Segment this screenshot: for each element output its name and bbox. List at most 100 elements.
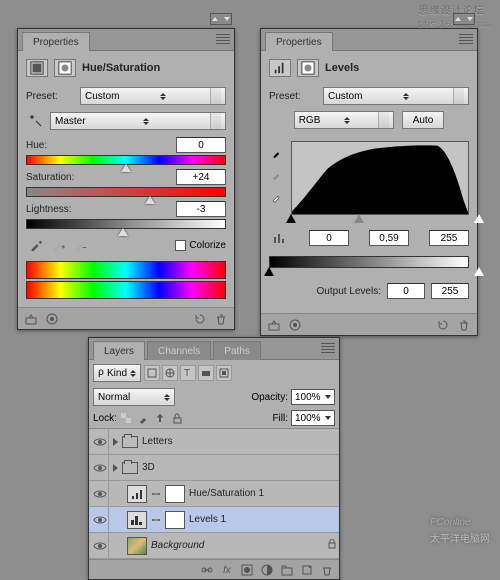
preset-dropdown[interactable]: Custom (323, 87, 469, 105)
input-black-field[interactable] (309, 230, 349, 246)
filter-shape-icon[interactable] (198, 365, 214, 381)
add-mask-icon[interactable] (238, 562, 256, 578)
panel-menu-button[interactable] (216, 33, 230, 45)
lightness-slider[interactable] (26, 219, 226, 229)
panel-collapse-button[interactable] (453, 13, 475, 25)
layer-background[interactable]: Background (89, 533, 339, 559)
layer-name[interactable]: Levels 1 (189, 514, 226, 525)
new-layer-icon[interactable] (298, 562, 316, 578)
properties-tab[interactable]: Properties (22, 32, 90, 51)
lock-paint-icon[interactable] (136, 411, 151, 426)
input-white-field[interactable] (429, 230, 469, 246)
visibility-toggle-icon[interactable] (91, 455, 109, 480)
adjustment-thumb (127, 511, 147, 529)
output-black-slider[interactable] (264, 267, 274, 276)
color-spectrum-bar-shifted (26, 281, 226, 299)
hue-slider[interactable] (26, 155, 226, 165)
calculate-histogram-icon[interactable] (269, 228, 289, 248)
layer-thumbnail (127, 537, 147, 555)
layer-list: Letters 3D Hue/Saturation 1 (89, 429, 339, 559)
preset-dropdown[interactable]: Custom (80, 87, 226, 105)
folder-icon (122, 462, 138, 474)
layer-group-3d[interactable]: 3D (89, 455, 339, 481)
input-gamma-field[interactable] (369, 230, 409, 246)
input-black-slider[interactable] (286, 214, 296, 223)
filter-kind-dropdown[interactable]: ρKind (93, 364, 141, 382)
output-white-field[interactable] (431, 283, 469, 299)
eyedropper-add-icon[interactable] (48, 235, 68, 255)
group-disclosure-icon[interactable] (113, 464, 118, 472)
color-range-dropdown[interactable]: Master (50, 112, 226, 130)
layer-name[interactable]: 3D (142, 462, 155, 473)
filter-smart-icon[interactable] (216, 365, 232, 381)
visibility-toggle-icon[interactable] (91, 429, 109, 454)
hue-label: Hue: (26, 140, 76, 151)
layer-style-icon[interactable]: fx (218, 562, 236, 578)
trash-icon[interactable] (212, 311, 230, 327)
panel-tabbar: Properties (261, 29, 477, 51)
layer-name[interactable]: Hue/Saturation 1 (189, 488, 264, 499)
reset-icon[interactable] (191, 311, 209, 327)
lightness-input[interactable] (176, 201, 226, 217)
mask-icon-slot (54, 59, 76, 77)
layer-adjustment-hue-saturation[interactable]: Hue/Saturation 1 (89, 481, 339, 507)
mask-thumb[interactable] (165, 511, 185, 529)
panel-menu-button[interactable] (459, 33, 473, 45)
channel-dropdown[interactable]: RGB (294, 111, 394, 129)
lock-transparency-icon[interactable] (119, 411, 134, 426)
trash-icon[interactable] (455, 317, 473, 333)
output-slider-track[interactable] (269, 267, 469, 277)
lock-all-icon[interactable] (170, 411, 185, 426)
input-slider-track[interactable] (291, 214, 469, 224)
link-layers-icon[interactable] (198, 562, 216, 578)
output-black-field[interactable] (387, 283, 425, 299)
properties-panel-hue-saturation: Properties Hue/Saturation Preset: Custom… (17, 28, 235, 330)
input-white-slider[interactable] (474, 214, 484, 223)
view-previous-icon[interactable] (43, 311, 61, 327)
blend-mode-dropdown[interactable]: Normal (93, 388, 175, 406)
paths-tab[interactable]: Paths (213, 341, 261, 360)
filter-type-icon[interactable]: T (180, 365, 196, 381)
new-adjustment-icon[interactable] (258, 562, 276, 578)
colorize-checkbox[interactable]: Colorize (175, 240, 226, 251)
new-group-icon[interactable] (278, 562, 296, 578)
saturation-input[interactable] (176, 169, 226, 185)
eyedropper-subtract-icon[interactable] (70, 235, 90, 255)
delete-layer-icon[interactable] (318, 562, 336, 578)
adjustment-thumb (127, 485, 147, 503)
panel-collapse-button[interactable] (210, 13, 232, 25)
link-icon (151, 516, 161, 524)
gray-point-eyedropper-icon[interactable] (269, 167, 285, 183)
clip-to-layer-icon[interactable] (265, 317, 283, 333)
reset-icon[interactable] (434, 317, 452, 333)
visibility-toggle-icon[interactable] (91, 481, 109, 506)
eyedropper-icon[interactable] (26, 235, 46, 255)
lock-position-icon[interactable] (153, 411, 168, 426)
channels-tab[interactable]: Channels (147, 341, 211, 360)
black-point-eyedropper-icon[interactable] (269, 145, 285, 161)
filter-adjustment-icon[interactable] (162, 365, 178, 381)
panel-menu-button[interactable] (321, 342, 335, 354)
view-previous-icon[interactable] (286, 317, 304, 333)
visibility-toggle-icon[interactable] (91, 533, 109, 558)
layer-name[interactable]: Letters (142, 436, 173, 447)
mask-thumb[interactable] (165, 485, 185, 503)
white-point-eyedropper-icon[interactable] (269, 189, 285, 205)
layers-tab[interactable]: Layers (93, 341, 145, 360)
layer-group-letters[interactable]: Letters (89, 429, 339, 455)
output-white-slider[interactable] (474, 267, 484, 276)
auto-button[interactable]: Auto (402, 111, 445, 129)
visibility-toggle-icon[interactable] (91, 507, 109, 532)
hue-input[interactable] (176, 137, 226, 153)
group-disclosure-icon[interactable] (113, 438, 118, 446)
filter-pixel-icon[interactable] (144, 365, 160, 381)
targeted-adjust-tool-icon[interactable] (26, 111, 46, 131)
input-gamma-slider[interactable] (354, 214, 364, 223)
saturation-slider[interactable] (26, 187, 226, 197)
properties-tab[interactable]: Properties (265, 32, 333, 51)
layer-adjustment-levels[interactable]: Levels 1 (89, 507, 339, 533)
opacity-input[interactable]: 100% (291, 389, 335, 405)
clip-to-layer-icon[interactable] (22, 311, 40, 327)
layer-name[interactable]: Background (151, 540, 204, 551)
fill-input[interactable]: 100% (291, 410, 335, 426)
